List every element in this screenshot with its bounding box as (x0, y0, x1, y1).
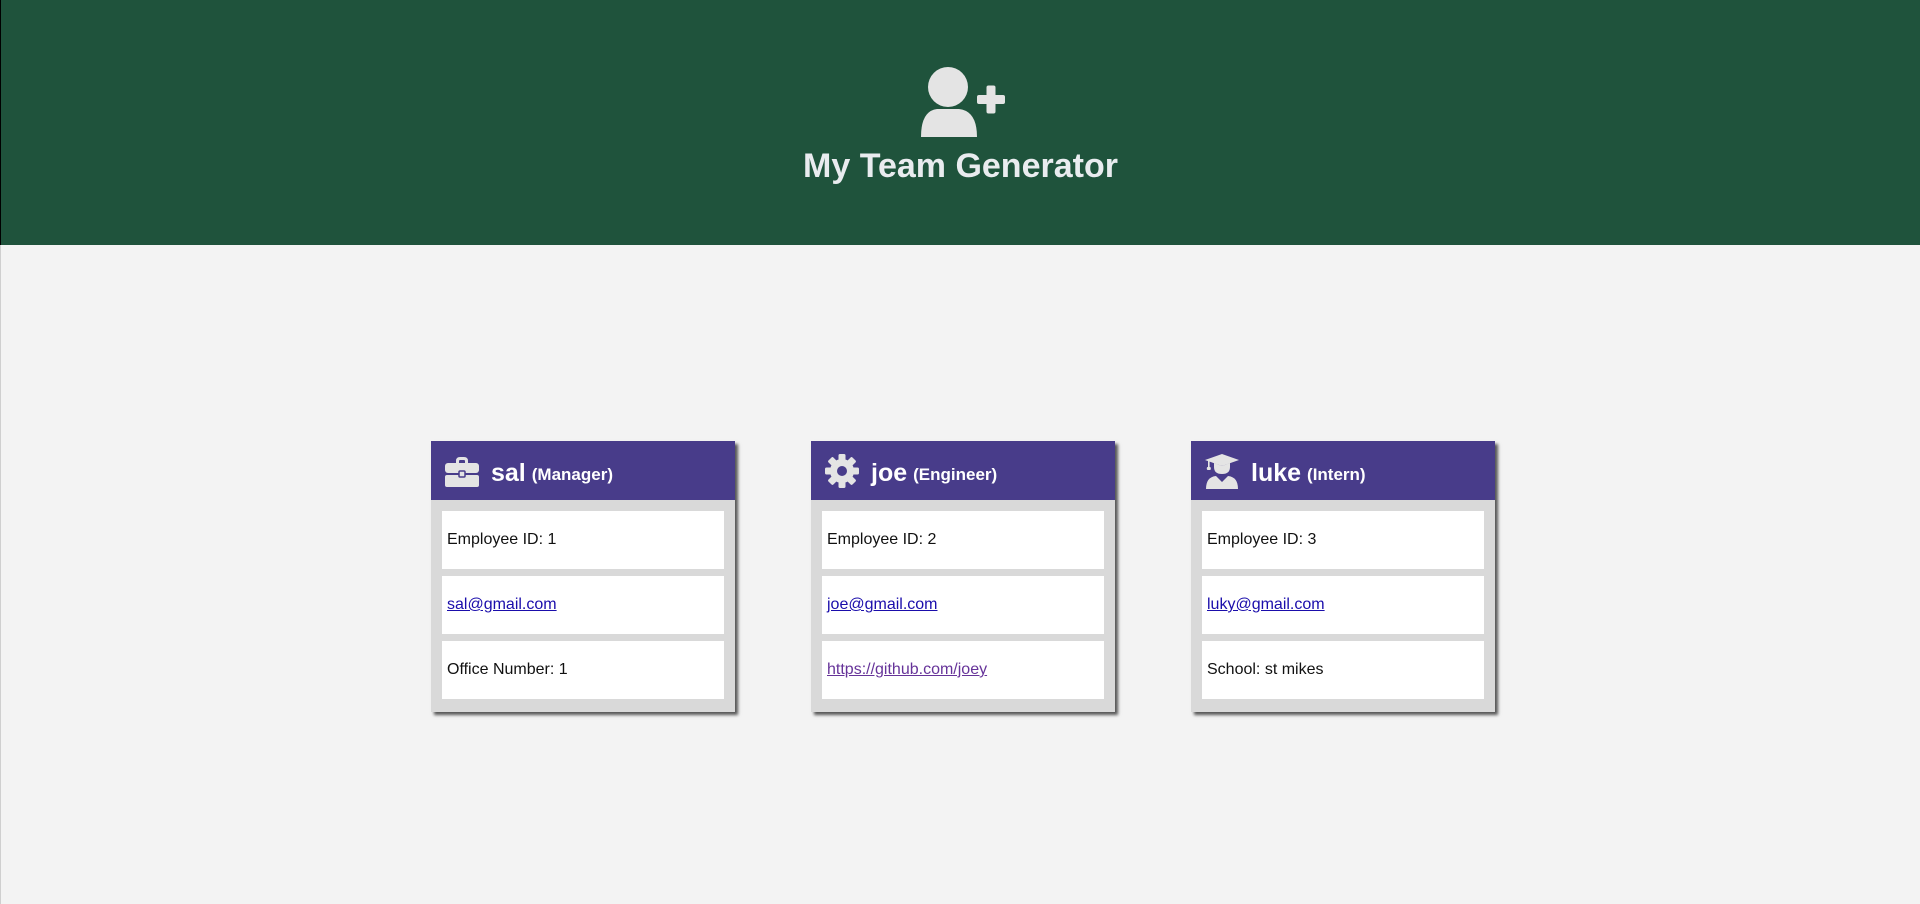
office-number-row: Office Number: 1 (442, 641, 724, 699)
email-row: luky@gmail.com (1202, 576, 1484, 634)
card-name: sal (491, 459, 526, 487)
card-body: Employee ID: 2 joe@gmail.com https://git… (811, 500, 1115, 699)
card-body: Employee ID: 3 luky@gmail.com School: st… (1191, 500, 1495, 699)
employee-id-row: Employee ID: 1 (442, 511, 724, 569)
user-plus-icon (920, 67, 1005, 137)
school-text: School: st mikes (1207, 661, 1324, 678)
page-title: My Team Generator (803, 147, 1118, 185)
employee-id-text: Employee ID: 3 (1207, 531, 1317, 548)
card-header: joe (Engineer) (811, 441, 1115, 500)
card-role: (Engineer) (913, 464, 998, 484)
card-name: joe (871, 459, 908, 487)
email-link[interactable]: luky@gmail.com (1207, 596, 1325, 614)
card-role: (Manager) (531, 464, 613, 484)
employee-card-manager: sal (Manager) Employee ID: 1 sal@gmail.c… (431, 441, 735, 712)
office-number-text: Office Number: 1 (447, 661, 568, 678)
employee-card-engineer: joe (Engineer) Employee ID: 2 joe@gmail.… (811, 441, 1115, 712)
github-link[interactable]: https://github.com/joey (827, 661, 987, 679)
email-row: sal@gmail.com (442, 576, 724, 634)
email-link[interactable]: joe@gmail.com (827, 596, 938, 614)
employee-id-row: Employee ID: 2 (822, 511, 1104, 569)
card-name: luke (1251, 459, 1302, 487)
card-role: (Intern) (1307, 464, 1366, 484)
page-header: My Team Generator (0, 0, 1920, 245)
card-header: sal (Manager) (431, 441, 735, 500)
school-row: School: st mikes (1202, 641, 1484, 699)
graduate-icon (1205, 453, 1239, 489)
page: My Team Generator sal (Manager) Employee… (0, 0, 1920, 904)
github-row: https://github.com/joey (822, 641, 1104, 699)
employee-id-row: Employee ID: 3 (1202, 511, 1484, 569)
gear-icon (825, 453, 859, 488)
card-header: luke (Intern) (1191, 441, 1495, 500)
employee-id-text: Employee ID: 1 (447, 531, 557, 548)
email-row: joe@gmail.com (822, 576, 1104, 634)
employee-id-text: Employee ID: 2 (827, 531, 937, 548)
left-edge (0, 245, 1, 904)
email-link[interactable]: sal@gmail.com (447, 596, 557, 614)
card-body: Employee ID: 1 sal@gmail.com Office Numb… (431, 500, 735, 699)
briefcase-icon (445, 456, 479, 487)
employee-card-intern: luke (Intern) Employee ID: 3 luky@gmail.… (1191, 441, 1495, 712)
